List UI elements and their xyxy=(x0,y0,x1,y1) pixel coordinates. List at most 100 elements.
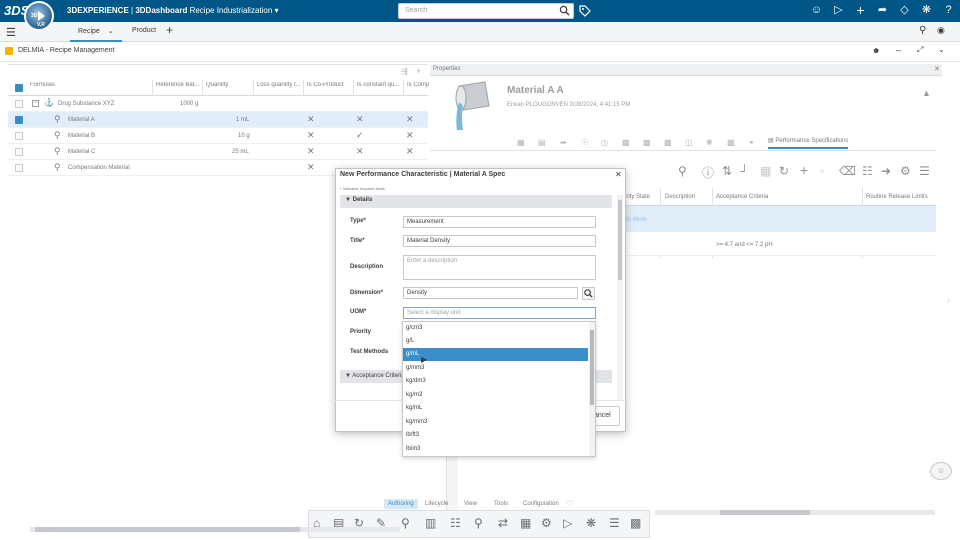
grid-icon[interactable]: ▦ xyxy=(517,138,525,147)
favorite-icon[interactable]: ♡ xyxy=(566,499,573,508)
swap-icon[interactable]: ⇄ xyxy=(498,516,508,530)
tag-outline-icon[interactable]: ▷ xyxy=(832,4,845,17)
view-mode-icon[interactable]: ◉ xyxy=(937,25,945,36)
tag-icon[interactable] xyxy=(579,5,591,17)
document-icon[interactable]: ▩ xyxy=(727,138,735,147)
uom-select[interactable]: Select a display unit xyxy=(403,307,596,319)
delete-icon[interactable]: ⌫ xyxy=(839,164,856,178)
clock-icon[interactable]: ◷ xyxy=(601,138,608,147)
add-tab-icon[interactable]: + xyxy=(166,23,173,37)
tab-recipe[interactable]: Recipe ⌄ xyxy=(70,22,122,42)
collapse-icon[interactable]: ⇶ xyxy=(401,67,408,76)
list-icon[interactable]: ☰ xyxy=(609,516,620,530)
column-header[interactable]: Is Co-Product xyxy=(307,82,353,88)
uom-option[interactable]: g/cm3 xyxy=(403,322,588,335)
search-content-icon[interactable]: ⚲ xyxy=(919,25,926,36)
uom-option[interactable]: lb/in3 xyxy=(403,443,588,456)
table-icon[interactable]: ▦ xyxy=(520,516,531,530)
column-header[interactable]: Description xyxy=(665,194,695,200)
search-input[interactable]: Search xyxy=(398,3,574,19)
structure-icon[interactable]: ☷ xyxy=(450,516,461,530)
settings-icon[interactable]: ⚙ xyxy=(541,516,552,530)
gear-icon[interactable]: ⚙ xyxy=(900,164,911,178)
hierarchy-icon[interactable]: ┘ xyxy=(740,164,749,178)
minimize-icon[interactable]: – xyxy=(896,45,901,55)
uom-option[interactable]: lb/ft3 xyxy=(403,429,588,442)
details-section-header[interactable] xyxy=(340,195,612,208)
collapse-up-icon[interactable]: ▲ xyxy=(922,88,931,98)
table-row[interactable]: ⚲ Material C 25 mL ✕ ✕ ✕ xyxy=(8,144,428,160)
collapse-toggle-icon[interactable]: − xyxy=(32,100,39,107)
horizontal-scrollbar-thumb[interactable] xyxy=(720,510,810,515)
row-checkbox[interactable] xyxy=(15,100,23,108)
document-icon[interactable]: ▩ xyxy=(664,138,672,147)
export-icon[interactable]: ➜ xyxy=(881,164,891,178)
uom-option-highlighted[interactable]: g/mL xyxy=(403,348,588,361)
dialog-scrollbar-thumb[interactable] xyxy=(618,200,622,280)
acceptance-criteria-label[interactable]: ▼ Acceptance Criteria xyxy=(345,373,405,379)
column-header[interactable]: Loss quantity r... xyxy=(257,82,303,88)
uom-option[interactable]: kg/m3 xyxy=(403,389,588,402)
document-icon[interactable]: ▩ xyxy=(643,138,651,147)
info-icon[interactable]: ⓘ xyxy=(702,164,714,181)
add-row-icon[interactable]: + xyxy=(416,66,421,76)
network-icon[interactable]: ◇ xyxy=(898,4,911,17)
select-all-checkbox[interactable] xyxy=(15,84,23,92)
network-icon[interactable]: ❋ xyxy=(706,138,713,147)
dimension-field[interactable]: Density xyxy=(403,287,578,299)
column-header[interactable]: Formulas xyxy=(30,82,150,88)
tag-icon[interactable]: ▷ xyxy=(563,516,572,530)
table-row[interactable]: ⚲ Material A 1 mL ✕ ✕ ✕ xyxy=(8,112,428,128)
title-field[interactable]: Material Density xyxy=(403,235,596,247)
details-section-label[interactable]: ▼ Details xyxy=(345,197,372,203)
row-checkbox[interactable] xyxy=(15,116,23,124)
compass-icon[interactable]: 3D V,R xyxy=(24,1,54,31)
structure-icon[interactable]: ☷ xyxy=(862,164,873,178)
refresh-icon[interactable]: ↻ xyxy=(779,164,789,178)
attachment-icon[interactable]: ⚭ xyxy=(748,138,755,147)
share-icon[interactable]: ➦ xyxy=(560,138,567,147)
type-field[interactable]: Measurement xyxy=(403,216,596,228)
row-checkbox[interactable] xyxy=(15,132,23,140)
uom-option[interactable]: kg/mL xyxy=(403,402,588,415)
search-icon[interactable]: ⚲ xyxy=(474,516,483,530)
horizontal-scrollbar-thumb[interactable] xyxy=(35,527,300,532)
tools-icon[interactable]: ❋ xyxy=(586,516,596,530)
eye-icon[interactable]: ☉ xyxy=(581,138,588,147)
close-icon[interactable]: ✕ xyxy=(934,65,940,73)
close-icon[interactable]: ✕ xyxy=(615,170,622,179)
material-insert-icon[interactable]: ⚲ xyxy=(401,516,410,530)
dimension-search-button[interactable] xyxy=(582,287,595,300)
share-icon[interactable]: ➦ xyxy=(876,4,889,17)
column-header[interactable]: Is constant qu... xyxy=(357,82,403,88)
plus-icon[interactable]: + xyxy=(854,3,867,17)
replace-icon[interactable]: ▥ xyxy=(425,516,436,530)
column-header[interactable]: urity State xyxy=(623,194,650,200)
column-header[interactable]: Routine Release Limits xyxy=(866,194,928,200)
hamburger-menu-icon[interactable]: ☰ xyxy=(6,26,16,39)
uom-option[interactable]: g/mm3 xyxy=(403,362,588,375)
tools-icon[interactable]: ❋ xyxy=(920,4,933,17)
column-header[interactable]: Is Comp xyxy=(407,82,429,88)
actionbar-tab-tools[interactable]: Tools xyxy=(490,499,512,509)
assistant-icon[interactable]: ☺ xyxy=(930,462,952,480)
columns-icon[interactable]: ▩ xyxy=(630,516,641,530)
user-settings-icon[interactable]: ☻ xyxy=(872,46,880,55)
row-checkbox[interactable] xyxy=(15,148,23,156)
description-field[interactable]: Enter a description xyxy=(403,255,596,280)
tab-product[interactable]: Product xyxy=(128,22,168,42)
column-header[interactable]: Quantity xyxy=(206,82,252,88)
search-icon[interactable]: ⚲ xyxy=(678,164,687,178)
uom-option[interactable]: g/L xyxy=(403,335,588,348)
column-header[interactable]: Reference Bat... xyxy=(156,82,202,88)
table-row[interactable]: − ⚓ Drug Substance XYZ 1000 g xyxy=(8,96,428,112)
actionbar-tab-view[interactable]: View xyxy=(460,499,481,509)
column-header[interactable]: Acceptance Criteria xyxy=(716,194,768,200)
uom-option[interactable]: kg/mm3 xyxy=(403,416,588,429)
actionbar-tab-configuration[interactable]: Configuration xyxy=(519,499,563,509)
widget-menu-icon[interactable]: ⌄ xyxy=(938,45,945,54)
uom-option[interactable]: kg/dm3 xyxy=(403,375,588,388)
maximize-icon[interactable]: ⤢ xyxy=(917,45,923,55)
tab-performance-specifications[interactable]: ▤ Performance Specifications xyxy=(768,137,849,149)
table-row[interactable]: >= 4.7 and <= 7.2 pH xyxy=(620,232,936,256)
